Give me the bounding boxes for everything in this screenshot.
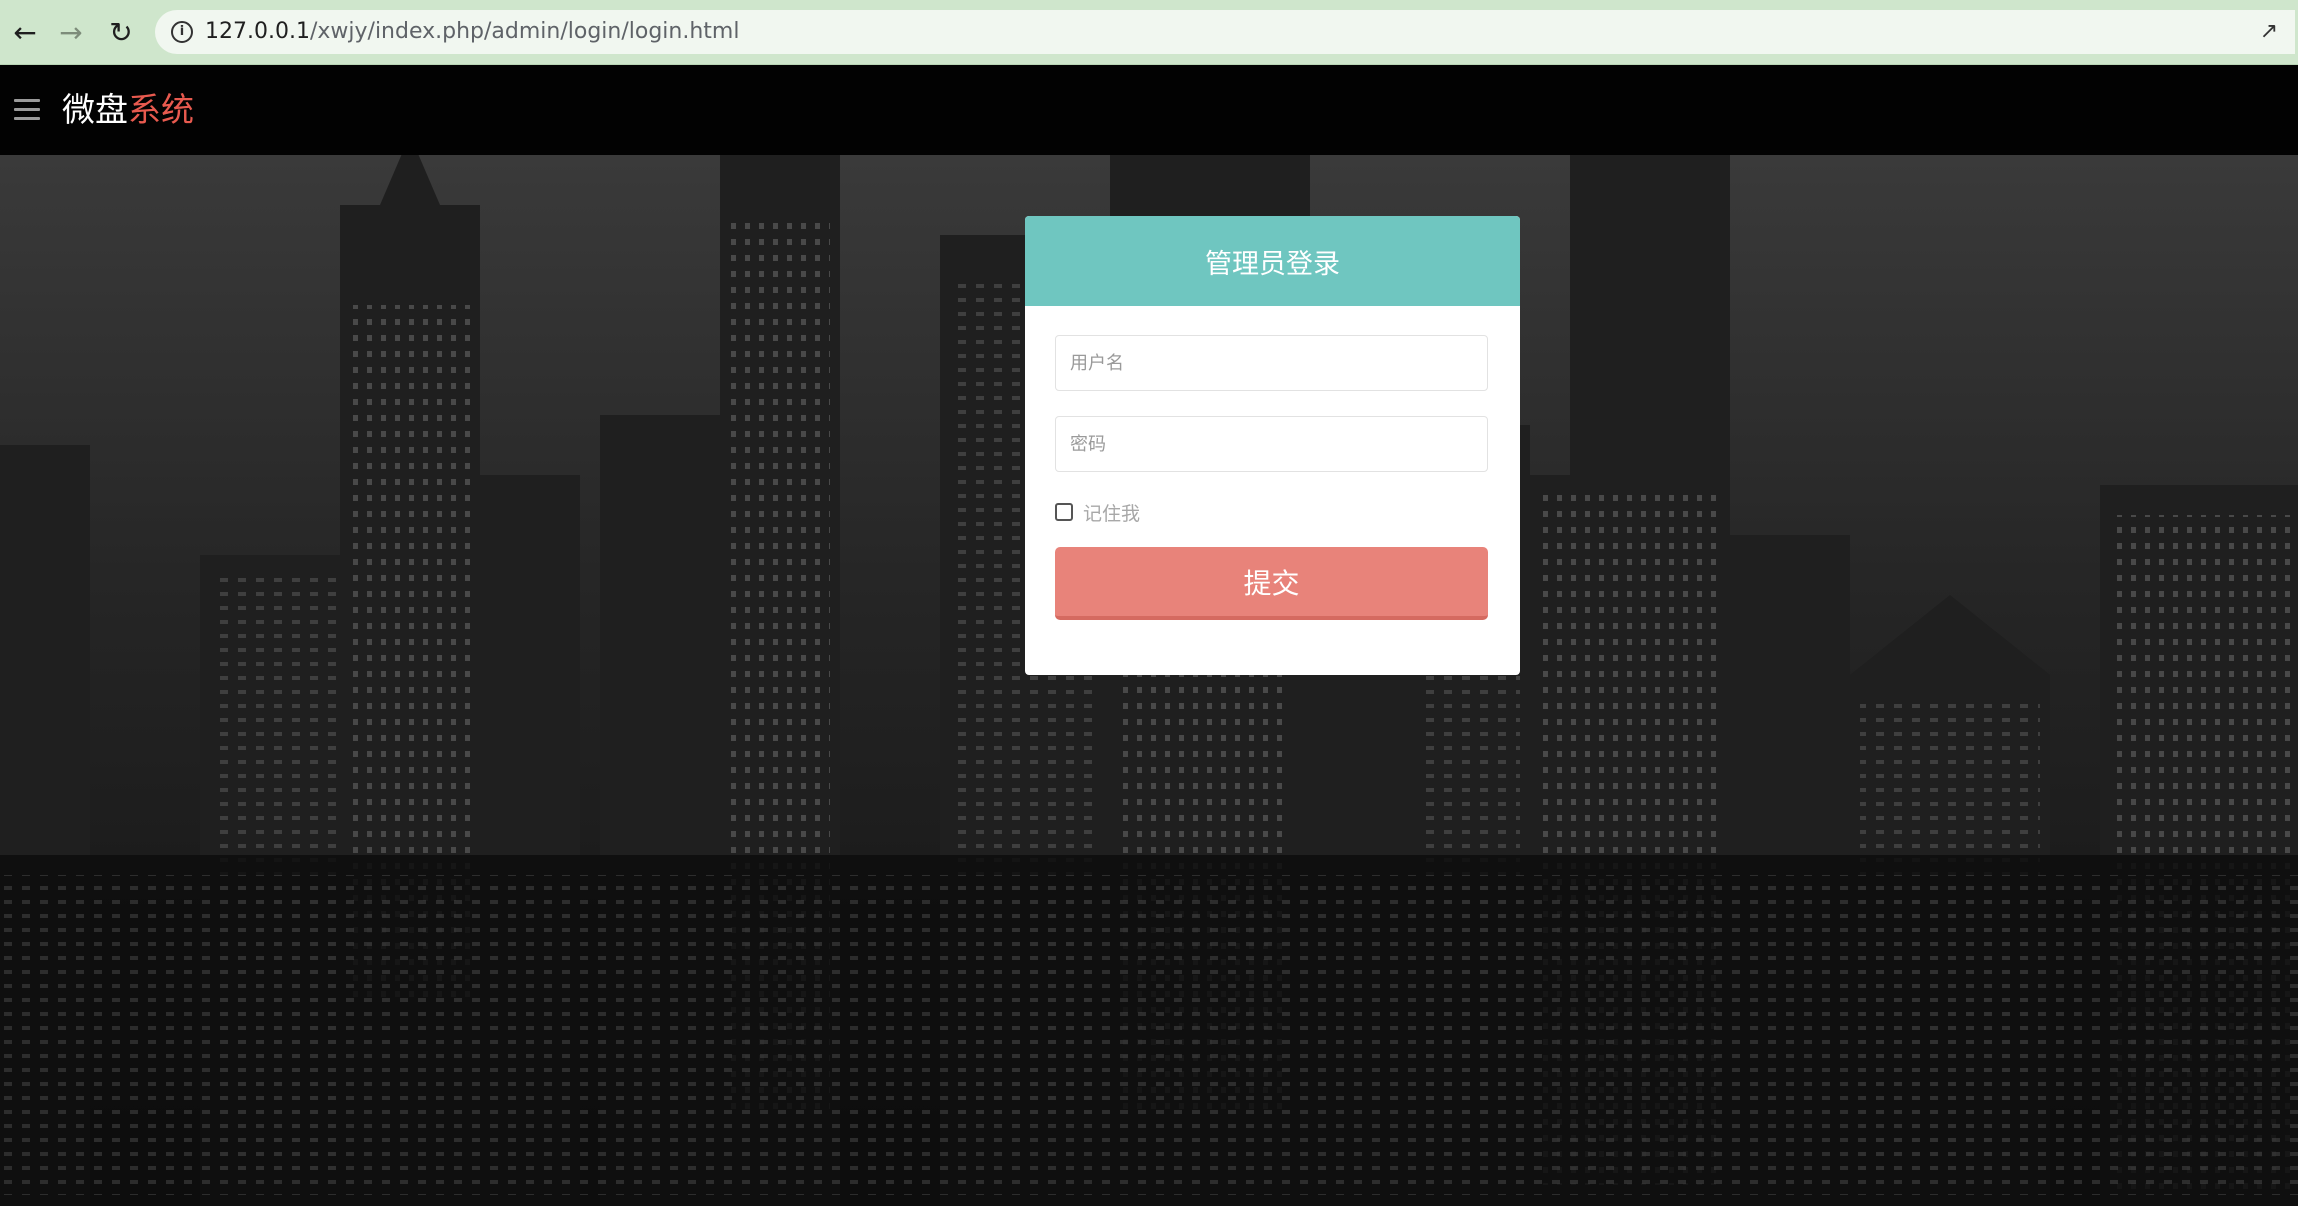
brand-main-text: 微盘: [62, 90, 128, 129]
brand-accent-text: 系统: [128, 90, 194, 129]
arrow-right-icon: →: [59, 15, 83, 49]
remember-me-checkbox[interactable]: [1055, 503, 1073, 521]
address-bar[interactable]: i 127.0.0.1/xwjy/index.php/admin/login/l…: [155, 10, 2295, 54]
reload-button[interactable]: ↻: [103, 14, 139, 50]
url-host: 127.0.0.1: [205, 19, 310, 44]
browser-toolbar: ← → ↻ i 127.0.0.1/xwjy/index.php/admin/l…: [0, 0, 2298, 65]
remember-me-row[interactable]: 记住我: [1055, 499, 1140, 525]
remember-me-label[interactable]: 记住我: [1083, 499, 1140, 526]
site-header: 微盘系统: [0, 65, 2298, 155]
arrow-left-icon: ←: [13, 15, 37, 49]
back-button[interactable]: ←: [7, 14, 43, 50]
url-text[interactable]: 127.0.0.1/xwjy/index.php/admin/login/log…: [205, 10, 739, 54]
share-icon[interactable]: ↗: [2257, 20, 2281, 44]
hamburger-menu-icon[interactable]: [14, 99, 40, 121]
password-input[interactable]: [1055, 416, 1488, 472]
reload-icon: ↻: [109, 15, 133, 49]
login-panel: 管理员登录 记住我 提交: [1025, 216, 1520, 675]
submit-button[interactable]: 提交: [1055, 547, 1488, 620]
info-icon[interactable]: i: [171, 21, 193, 43]
login-title: 管理员登录: [1205, 248, 1340, 280]
username-input[interactable]: [1055, 335, 1488, 391]
brand-logo[interactable]: 微盘系统: [62, 88, 194, 132]
url-path: /xwjy/index.php/admin/login/login.html: [309, 19, 740, 44]
login-panel-header: 管理员登录: [1025, 216, 1520, 306]
forward-button[interactable]: →: [53, 14, 89, 50]
